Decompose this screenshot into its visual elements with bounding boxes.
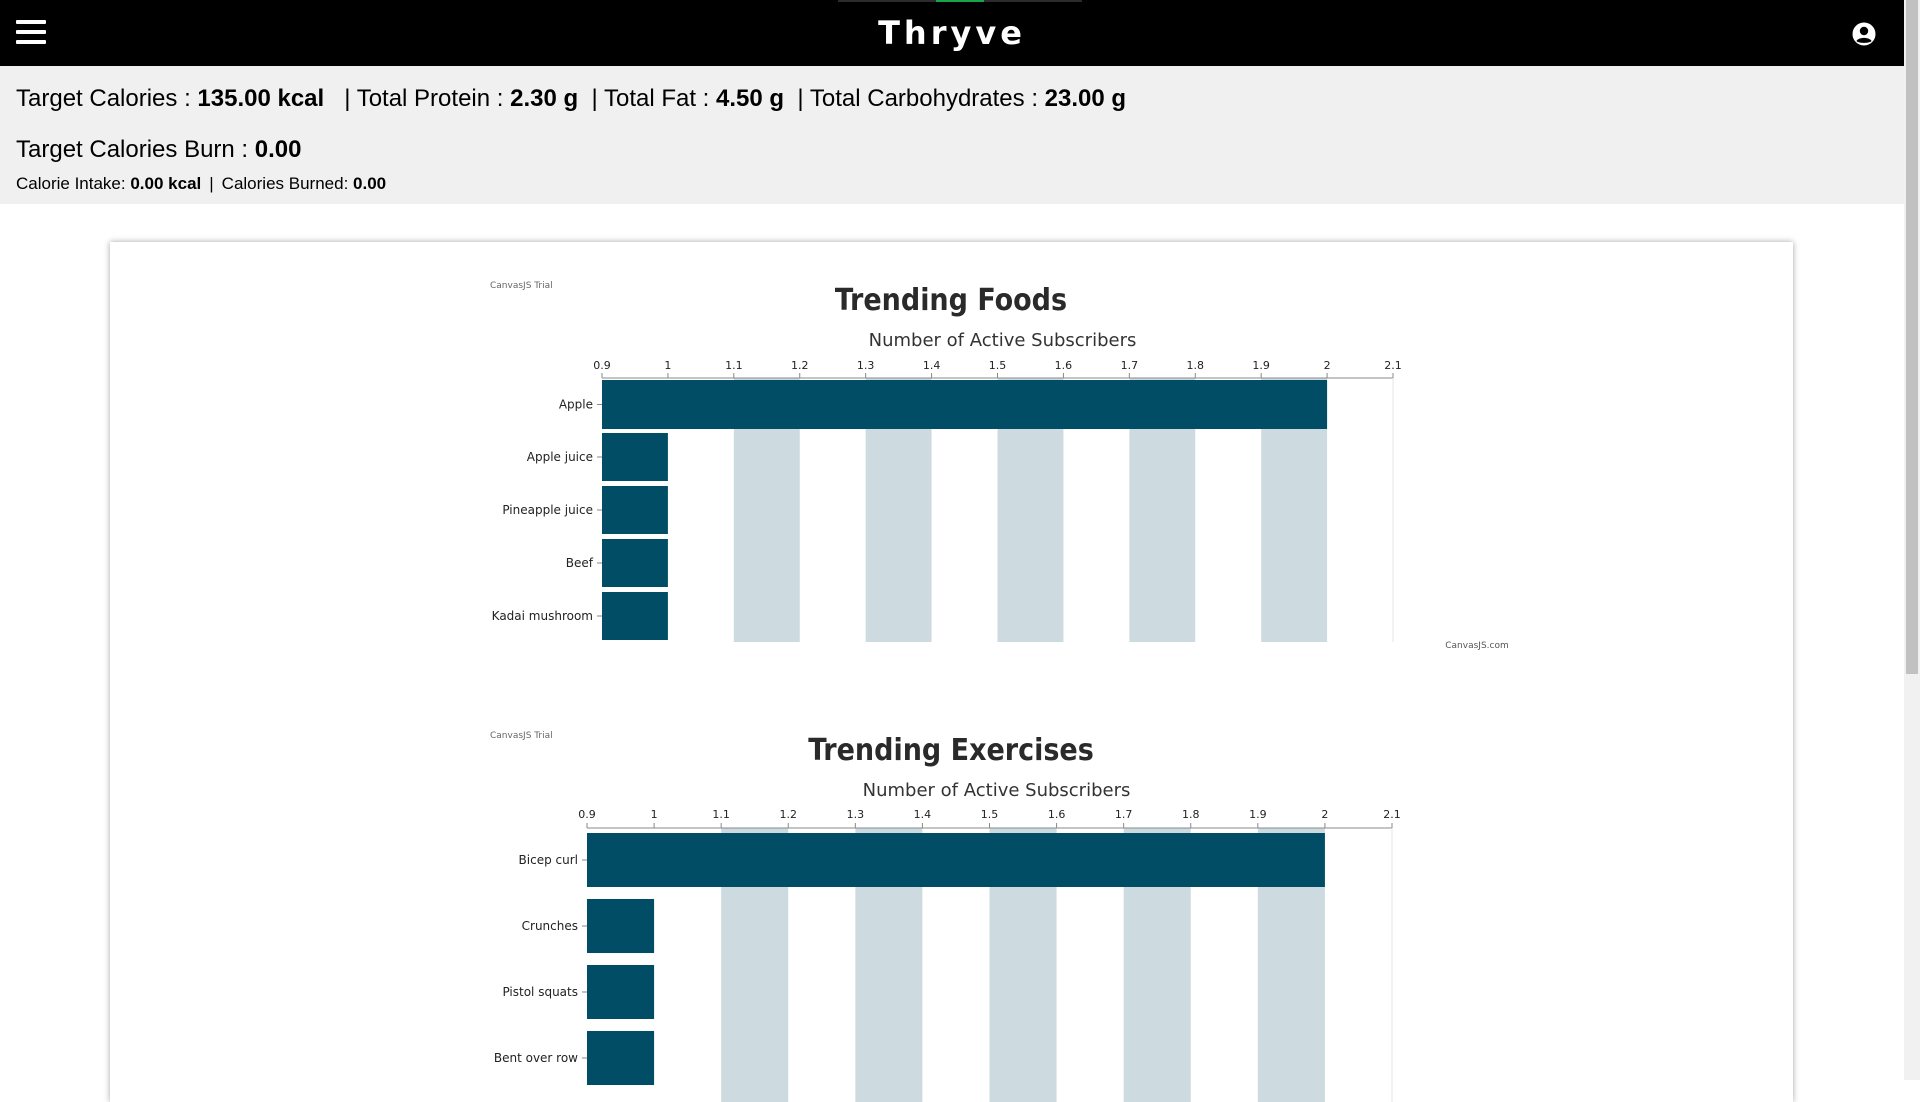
foods-category-label: Pineapple juice	[502, 503, 593, 517]
foods-tick-label: 1.7	[1121, 359, 1139, 372]
carbs-value: 23.00 g	[1044, 85, 1127, 112]
exercises-tick-label: 1.5	[981, 808, 999, 821]
foods-category-label: Beef	[566, 556, 594, 570]
foods-bar	[602, 539, 668, 587]
foods-axis-title: Number of Active Subscribers	[869, 330, 1137, 351]
exercises-trial-label: CanvasJS Trial	[490, 731, 553, 741]
foods-tick-label: 0.9	[593, 359, 611, 372]
exercises-tick-label: 1.6	[1048, 808, 1066, 821]
exercises-tick-label: 2.1	[1383, 808, 1401, 821]
foods-tick-label: 1.2	[791, 359, 809, 372]
exercises-category-label: Crunches	[522, 919, 578, 933]
exercises-tick-label: 2	[1321, 808, 1328, 821]
exercises-bar	[587, 965, 655, 1019]
foods-tick-label: 1.9	[1252, 359, 1270, 372]
fat-value: 4.50 g	[716, 85, 785, 112]
foods-tick-label: 1.8	[1187, 359, 1205, 372]
foods-tick-label: 1.6	[1055, 359, 1073, 372]
exercises-tick-label: 0.9	[578, 808, 596, 821]
foods-bar	[602, 486, 668, 534]
exercises-category-label: Bicep curl	[519, 853, 578, 867]
target-calories-value: 135.00 kcal	[197, 85, 325, 112]
exercises-axis-title: Number of Active Subscribers	[863, 780, 1131, 801]
target-calories-label: Target Calories :	[16, 85, 198, 112]
foods-category-label: Apple juice	[527, 450, 593, 464]
foods-tick-label: 2	[1324, 359, 1331, 372]
fat-label: | Total Fat :	[591, 85, 717, 112]
brand-logo[interactable]: Thryve	[0, 14, 1904, 52]
exercises-tick-label: 1.4	[914, 808, 932, 821]
exercises-tick-label: 1.3	[847, 808, 865, 821]
foods-bar	[602, 433, 668, 481]
exercises-bar	[587, 899, 655, 953]
macro-totals-line: Target Calories : 135.00 kcal | Total Pr…	[16, 85, 1126, 113]
foods-trial-label: CanvasJS Trial	[490, 281, 553, 291]
calories-burned-label: Calories Burned:	[221, 174, 354, 193]
exercises-tick-label: 1.1	[712, 808, 730, 821]
intake-burned-line: Calorie Intake: 0.00 kcal | Calories Burne…	[16, 174, 386, 194]
protein-value: 2.30 g	[510, 85, 579, 112]
exercises-tick-label: 1.7	[1115, 808, 1133, 821]
trending-charts-canvas: CanvasJS Trial CanvasJS.com Trending Foods…	[490, 281, 1509, 1102]
exercises-bar	[587, 1031, 655, 1085]
foods-credit-label: CanvasJS.com	[1445, 641, 1508, 651]
foods-category-label: Kadai mushroom	[492, 609, 593, 623]
page-scrollbar-thumb[interactable]	[1906, 0, 1918, 674]
foods-tick-label: 1.5	[989, 359, 1007, 372]
calorie-intake-value: 0.00 kcal	[130, 174, 202, 193]
foods-tick-label: 1	[664, 359, 671, 372]
exercises-tick-label: 1.8	[1182, 808, 1200, 821]
foods-chart-title: Trending Foods	[835, 283, 1067, 318]
user-circle-icon[interactable]	[1852, 22, 1876, 46]
foods-bar	[602, 380, 1328, 429]
exercises-bar	[587, 833, 1325, 887]
calories-burned-value: 0.00	[353, 174, 387, 193]
foods-bar	[602, 592, 668, 640]
exercises-category-label: Pistol squats	[502, 985, 578, 999]
exercises-chart-title: Trending Exercises	[808, 733, 1094, 768]
exercises-tick-label: 1.2	[780, 808, 798, 821]
foods-tick-label: 1.4	[923, 359, 941, 372]
nutrition-summary-panel: Target Calories : 135.00 kcal | Total Pr…	[0, 66, 1904, 204]
divider: |	[209, 174, 214, 193]
target-burn-line: Target Calories Burn : 0.00	[16, 136, 302, 164]
foods-tick-label: 1.3	[857, 359, 875, 372]
calorie-intake-label: Calorie Intake:	[16, 174, 131, 193]
protein-label: | Total Protein :	[344, 85, 511, 112]
exercises-tick-label: 1	[651, 808, 658, 821]
foods-tick-label: 1.1	[725, 359, 743, 372]
carbs-label: | Total Carbohydrates :	[797, 85, 1045, 112]
exercises-tick-label: 1.9	[1249, 808, 1267, 821]
top-navigation-bar: Thryve	[0, 0, 1904, 66]
trending-charts-card: CanvasJS Trial CanvasJS.com Trending Foods…	[110, 242, 1793, 1102]
target-burn-label: Target Calories Burn :	[16, 136, 255, 163]
target-burn-value: 0.00	[254, 136, 302, 163]
foods-category-label: Apple	[559, 398, 593, 412]
nav-active-indicator	[936, 0, 984, 2]
exercises-category-label: Bent over row	[494, 1051, 578, 1065]
foods-tick-label: 2.1	[1384, 359, 1402, 372]
